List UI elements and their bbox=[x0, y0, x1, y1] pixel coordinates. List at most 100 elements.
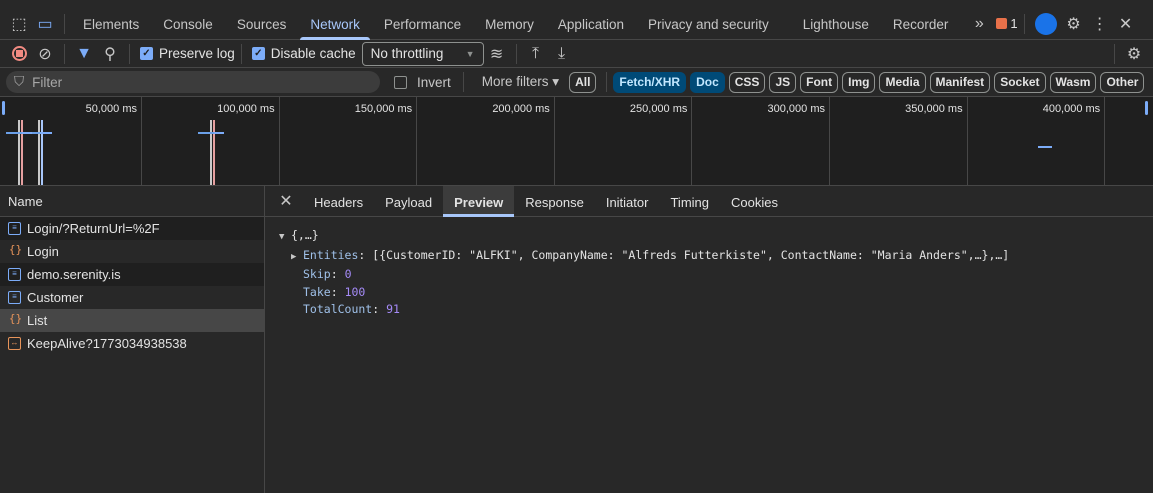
invert-checkbox[interactable] bbox=[394, 75, 407, 89]
take-value: 100 bbox=[344, 284, 366, 299]
overview-tick-label: 200,000 ms bbox=[492, 103, 550, 115]
json-root[interactable]: ▼ {,…} bbox=[279, 227, 1153, 247]
tab-console[interactable]: Console bbox=[151, 8, 225, 40]
tab-payload[interactable]: Payload bbox=[374, 186, 443, 217]
overview-range-handle[interactable] bbox=[2, 101, 5, 115]
document-icon: ≡ bbox=[8, 222, 21, 235]
divider bbox=[1114, 43, 1115, 64]
close-details-icon[interactable]: ✕ bbox=[273, 188, 299, 214]
tab-memory[interactable]: Memory bbox=[473, 8, 546, 40]
overview-tick-label: 250,000 ms bbox=[629, 103, 688, 115]
divider bbox=[606, 72, 608, 92]
overview-request-bar bbox=[40, 132, 52, 134]
tab-recorder[interactable]: Recorder bbox=[881, 8, 961, 40]
tab-initiator[interactable]: Initiator bbox=[595, 186, 660, 217]
more-filters-label: More filters bbox=[481, 74, 549, 89]
request-row[interactable]: ≡ Customer bbox=[0, 286, 264, 309]
network-conditions-icon[interactable]: ≋ bbox=[484, 41, 510, 67]
overview-tick-label: 400,000 ms bbox=[1042, 103, 1101, 115]
overview-range-handle[interactable] bbox=[1145, 101, 1148, 115]
tab-headers[interactable]: Headers bbox=[303, 186, 374, 217]
expand-icon[interactable]: ▶ bbox=[291, 249, 303, 267]
filter-chip-wasm[interactable]: Wasm bbox=[1049, 71, 1097, 93]
divider bbox=[515, 43, 517, 64]
filter-chip-font[interactable]: Font bbox=[800, 71, 839, 93]
network-settings-icon[interactable]: ⚙ bbox=[1121, 41, 1147, 67]
network-overview-timeline[interactable]: 50,000 ms 100,000 ms 150,000 ms 200,000 ms 2… bbox=[0, 97, 1153, 186]
filter-placeholder: Filter bbox=[32, 74, 63, 90]
overview-event-line bbox=[41, 120, 43, 185]
tab-network[interactable]: Network bbox=[298, 8, 372, 40]
tab-response[interactable]: Response bbox=[514, 186, 595, 217]
filter-chip-css[interactable]: CSS bbox=[728, 71, 766, 93]
preview-json: ▼ {,…} ▶ Entities: [{CustomerID: "ALFKI", … bbox=[265, 217, 1153, 319]
request-row[interactable]: {} List bbox=[0, 309, 264, 332]
filter-icon[interactable]: ▼ bbox=[71, 41, 97, 67]
overview-tick-label: 300,000 ms bbox=[767, 103, 825, 115]
tab-elements[interactable]: Elements bbox=[71, 8, 151, 40]
document-icon: ≡ bbox=[8, 268, 21, 281]
tab-preview[interactable]: Preview bbox=[443, 185, 515, 217]
clear-icon[interactable]: ⊘ bbox=[32, 41, 58, 67]
request-name: Customer bbox=[27, 290, 84, 305]
overview-event-line bbox=[38, 120, 40, 185]
name-column-header[interactable]: Name bbox=[0, 186, 264, 217]
request-name: KeepAlive?1773034938538 bbox=[27, 336, 187, 351]
search-icon[interactable]: ⚲ bbox=[97, 41, 123, 67]
request-name: demo.serenity.is bbox=[27, 267, 121, 282]
tab-privacy-and-security[interactable]: Privacy and security bbox=[636, 8, 781, 40]
inspect-element-icon[interactable]: ⬚ bbox=[6, 11, 32, 37]
filter-chip-all[interactable]: All bbox=[569, 71, 597, 93]
json-skip: Skip: 0 bbox=[303, 267, 352, 281]
filter-chip-doc[interactable]: Doc bbox=[690, 71, 725, 93]
json-entities[interactable]: ▶ Entities: [{CustomerID: "ALFKI", Compan… bbox=[279, 247, 1153, 267]
tab-cookies[interactable]: Cookies bbox=[720, 186, 789, 217]
export-har-icon[interactable]: ⤓ bbox=[549, 41, 575, 67]
request-row[interactable]: ↔ KeepAlive?1773034938538 bbox=[0, 332, 264, 355]
tab-timing[interactable]: Timing bbox=[659, 186, 720, 217]
filter-chip-img[interactable]: Img bbox=[842, 71, 876, 93]
filter-chip-other[interactable]: Other bbox=[1100, 71, 1145, 93]
close-icon[interactable]: ✕ bbox=[1113, 11, 1139, 37]
tab-application[interactable]: Application bbox=[546, 8, 636, 40]
record-stop-icon[interactable] bbox=[6, 41, 32, 67]
request-row[interactable]: {} Login bbox=[0, 240, 264, 263]
more-tabs-icon[interactable]: » bbox=[966, 11, 992, 37]
network-toolbar: ⊘ ▼ ⚲ ✓ Preserve log ✓ Disable cache No th… bbox=[0, 40, 1153, 68]
overview-request-bar bbox=[22, 132, 32, 134]
ai-assistance-icon[interactable] bbox=[1034, 12, 1057, 35]
chevron-down-icon: ▼ bbox=[465, 48, 475, 59]
divider bbox=[240, 43, 242, 64]
filter-chip-fetch-xhr[interactable]: Fetch/XHR bbox=[613, 71, 687, 93]
overview-tick-label: 50,000 ms bbox=[85, 103, 137, 115]
entities-value: [{CustomerID: "ALFKI", CompanyName: "Alf… bbox=[372, 247, 1010, 262]
device-toolbar-icon[interactable]: ▭ bbox=[32, 11, 58, 37]
filter-chip-media[interactable]: Media bbox=[879, 71, 926, 93]
more-options-icon[interactable]: ⋮ bbox=[1087, 11, 1113, 37]
preserve-log-checkbox[interactable]: ✓ bbox=[140, 47, 153, 60]
disable-cache-checkbox[interactable]: ✓ bbox=[251, 47, 265, 60]
overview-gridline bbox=[966, 97, 968, 185]
overview-request-bar bbox=[214, 132, 224, 134]
skip-key: Skip bbox=[303, 267, 331, 281]
filter-input[interactable]: ⛉ Filter bbox=[6, 71, 380, 93]
import-har-icon[interactable]: ⤒ bbox=[523, 41, 549, 67]
filter-chip-js[interactable]: JS bbox=[769, 71, 797, 93]
overview-gridline bbox=[691, 97, 693, 185]
request-row[interactable]: ≡ demo.serenity.is bbox=[0, 263, 264, 286]
throttling-select[interactable]: No throttling ▼ bbox=[361, 41, 484, 66]
take-key: Take bbox=[303, 284, 331, 299]
settings-icon[interactable]: ⚙ bbox=[1061, 11, 1087, 37]
tab-sources[interactable]: Sources bbox=[225, 8, 299, 40]
entities-key: Entities bbox=[303, 247, 359, 262]
issues-badge[interactable]: 1 bbox=[996, 16, 1018, 31]
invert-label: Invert bbox=[417, 74, 451, 90]
filter-chip-socket[interactable]: Socket bbox=[994, 71, 1046, 93]
request-row[interactable]: ≡ Login/?ReturnUrl=%2F bbox=[0, 217, 264, 240]
tab-performance[interactable]: Performance bbox=[372, 8, 473, 40]
tab-lighthouse[interactable]: Lighthouse bbox=[791, 8, 881, 40]
filter-chip-manifest[interactable]: Manifest bbox=[929, 71, 991, 93]
fetch-xhr-icon: {} bbox=[8, 312, 23, 325]
json-totalcount: TotalCount: 91 bbox=[303, 302, 400, 316]
more-filters-dropdown[interactable]: More filters ▾ bbox=[482, 74, 559, 90]
